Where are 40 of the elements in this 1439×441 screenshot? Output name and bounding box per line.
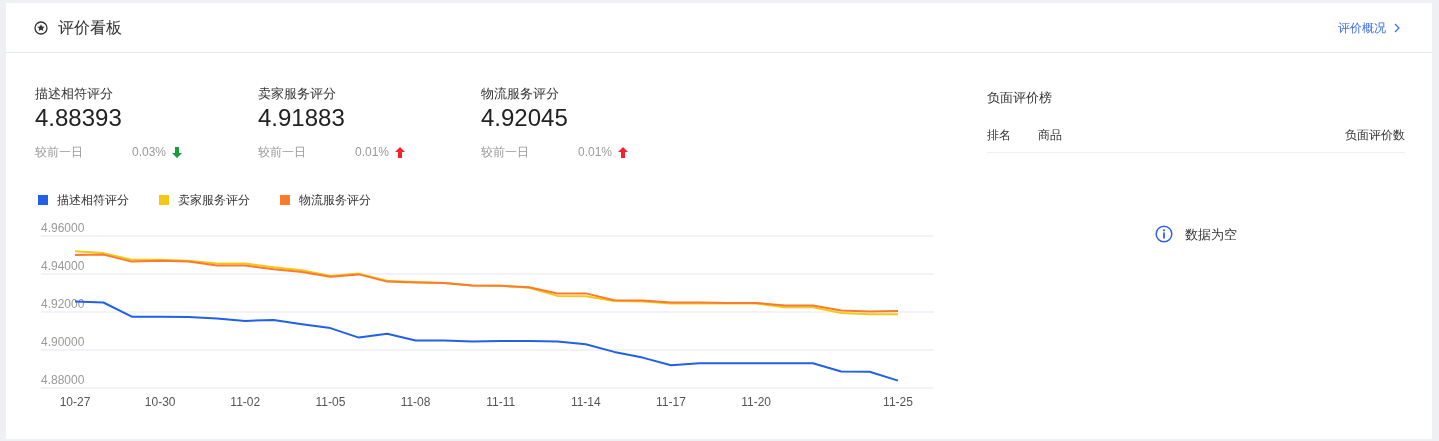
column-header: 排名 [987,126,1012,144]
column-header: 负面评价数 [1345,126,1405,144]
legend-label: 卖家服务评分 [178,192,250,209]
y-axis-label: 4.90000 [41,335,85,349]
y-axis-label: 4.94000 [41,259,85,273]
x-axis-label: 11-25 [883,395,913,409]
metric-label: 描述相符评分 [35,86,114,102]
column-header: 商品 [1038,126,1063,144]
metric-label: 卖家服务评分 [258,86,337,102]
x-axis-label: 11-20 [741,395,771,409]
y-axis-label: 4.96000 [41,221,85,235]
change-percent: 0.01% [355,144,390,161]
metric-value: 4.91883 [258,103,346,133]
info-icon [1155,225,1173,244]
ranking-title: 负面评价榜 [987,89,1053,107]
chevron-right-icon [1394,22,1400,33]
compare-label: 较前一日 [35,144,84,161]
x-axis-label: 11-14 [570,395,601,409]
panel-title: 评价看板 [58,17,122,38]
legend-label: 描述相符评分 [57,192,129,209]
compare-label: 较前一日 [481,144,530,161]
x-axis-label: 10-30 [144,395,176,409]
y-axis-label: 4.88000 [41,373,85,387]
x-axis-label: 11-05 [315,395,346,409]
metric-value: 4.88393 [35,103,123,133]
metric-label: 物流服务评分 [481,86,560,102]
metric-value: 4.92045 [481,103,569,133]
x-axis-label: 11-02 [230,395,261,409]
star-badge-icon [34,20,48,35]
change-percent: 0.03% [132,144,167,161]
legend-label: 物流服务评分 [299,192,371,209]
x-axis-label: 11-08 [400,395,431,409]
compare-label: 较前一日 [258,144,307,161]
x-axis-label: 10-27 [59,395,91,409]
y-axis-label: 4.92000 [41,297,85,311]
overview-link[interactable]: 评价概况 [1338,18,1400,37]
empty-message: 数据为空 [1185,225,1237,244]
x-axis-label: 11-11 [486,395,516,409]
x-axis-label: 11-17 [656,395,686,409]
change-percent: 0.01% [578,144,613,161]
